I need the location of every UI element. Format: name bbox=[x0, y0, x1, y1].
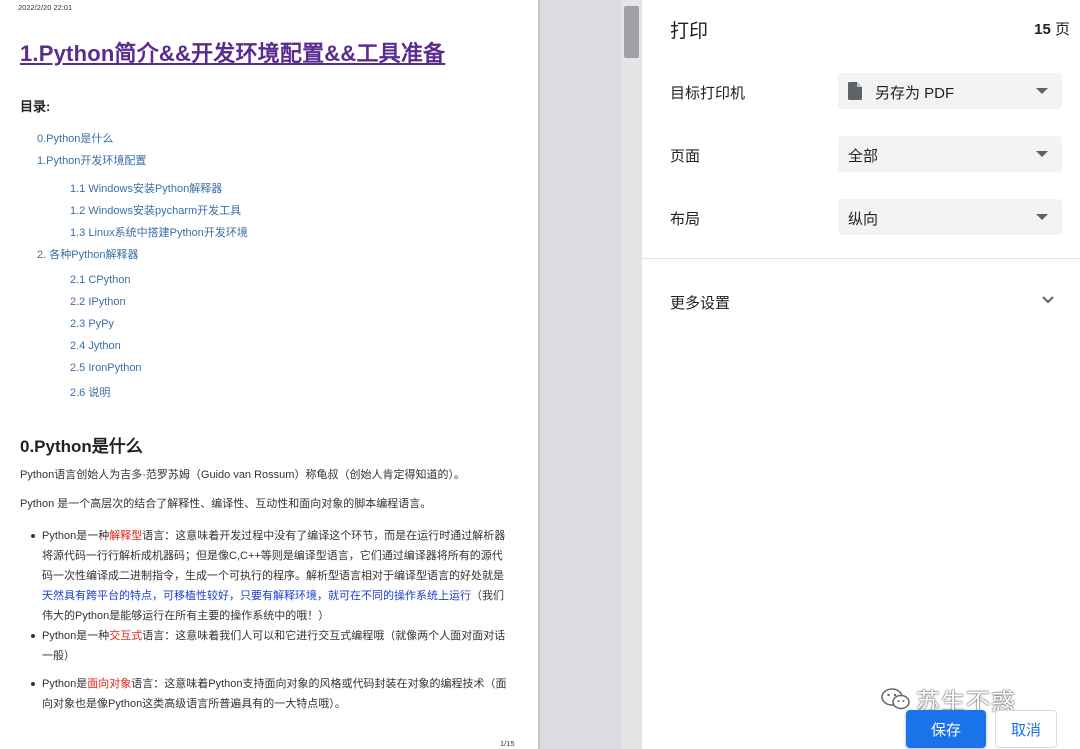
destination-select[interactable]: 另存为 PDF bbox=[838, 73, 1062, 109]
pages-value: 全部 bbox=[848, 148, 879, 165]
more-settings-toggle[interactable]: 更多设置 bbox=[670, 292, 730, 313]
toc-item: 1.Python开发环境配置 bbox=[37, 155, 147, 167]
bullet-item: Python是一种交互式语言：这意味着我们人可以和它进行交互式编程哦（就像两个人… bbox=[31, 626, 512, 666]
section-divider bbox=[642, 258, 1080, 259]
toc-item: 2.2 IPython bbox=[70, 296, 126, 308]
layout-select[interactable]: 纵向 bbox=[838, 199, 1062, 235]
toc-item: 0.Python是什么 bbox=[37, 133, 114, 145]
preview-scrollbar[interactable] bbox=[621, 0, 642, 749]
bullet-item: Python是一种解释型语言：这意味着开发过程中没有了编译这个环节，而是在运行时… bbox=[31, 526, 512, 626]
layout-value: 纵向 bbox=[848, 211, 879, 228]
toc-item: 2.5 IronPython bbox=[70, 362, 142, 374]
page-shadow bbox=[538, 0, 541, 749]
dropdown-arrow-icon bbox=[1036, 88, 1048, 94]
toc-item: 2.6 说明 bbox=[70, 387, 111, 399]
toc-item: 1.3 Linux系统中搭建Python开发环境 bbox=[70, 227, 248, 239]
dropdown-arrow-icon bbox=[1036, 214, 1048, 220]
page-number: 1/15 bbox=[500, 739, 515, 748]
toc-item: 1.1 Windows安装Python解释器 bbox=[70, 183, 223, 195]
preview-page: 2022/2/20 22:01 1.Python简介&&开发环境配置&&工具准备… bbox=[0, 0, 538, 749]
cancel-button[interactable]: 取消 bbox=[995, 710, 1057, 748]
page-count: 15 页 bbox=[1034, 21, 1070, 38]
scrollbar-thumb[interactable] bbox=[624, 6, 639, 58]
paragraph: Python语言创始人为吉多·范罗苏姆（Guido van Rossum）称龟叔… bbox=[20, 469, 465, 481]
section-heading: 0.Python是什么 bbox=[20, 437, 143, 456]
save-button[interactable]: 保存 bbox=[906, 710, 986, 748]
toc-item: 2. 各种Python解释器 bbox=[37, 249, 139, 261]
bullet-item: Python是面向对象语言：这意味着Python支持面向对象的风格或代码封装在对… bbox=[31, 674, 512, 714]
destination-label: 目标打印机 bbox=[670, 85, 746, 102]
print-preview-area: 2022/2/20 22:01 1.Python简介&&开发环境配置&&工具准备… bbox=[0, 0, 642, 749]
destination-value: 另存为 PDF bbox=[875, 85, 955, 102]
wechat-icon bbox=[881, 688, 910, 710]
print-timestamp: 2022/2/20 22:01 bbox=[18, 3, 73, 12]
toc-item: 1.2 Windows安装pycharm开发工具 bbox=[70, 205, 242, 217]
toc-item: 2.4 Jython bbox=[70, 340, 121, 352]
toc-item: 2.1 CPython bbox=[70, 274, 131, 286]
file-icon bbox=[848, 82, 862, 100]
toc-item: 2.3 PyPy bbox=[70, 318, 115, 330]
pages-label: 页面 bbox=[670, 148, 701, 165]
document-title: 1.Python简介&&开发环境配置&&工具准备 bbox=[20, 41, 446, 66]
paragraph: Python 是一个高层次的结合了解释性、编译性、互动性和面向对象的脚本编程语言… bbox=[20, 498, 432, 510]
chevron-down-icon[interactable] bbox=[1040, 294, 1056, 306]
toc-heading: 目录: bbox=[20, 99, 51, 114]
pages-select[interactable]: 全部 bbox=[838, 136, 1062, 172]
print-title: 打印 bbox=[670, 21, 709, 42]
layout-label: 布局 bbox=[670, 211, 701, 228]
print-settings-panel: 打印 15 页 目标打印机 另存为 PDF 页面 全部 布局 纵向 更多设置 苏… bbox=[642, 0, 1080, 749]
dropdown-arrow-icon bbox=[1036, 151, 1048, 157]
